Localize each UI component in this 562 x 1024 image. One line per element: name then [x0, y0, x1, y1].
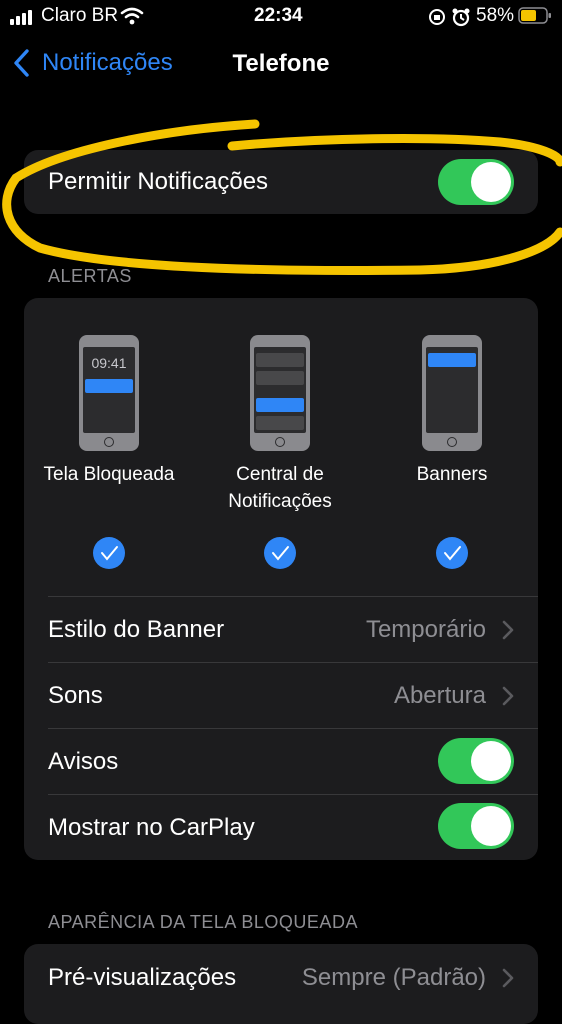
alarm-icon — [452, 8, 470, 27]
highlight-scribble — [2, 119, 562, 275]
sounds-row[interactable]: Sons Abertura — [24, 663, 538, 728]
battery-icon — [518, 7, 551, 24]
battery-percentage: 58% — [476, 5, 515, 26]
banner-style-label: Estilo do Banner — [48, 616, 225, 643]
banner-style-row[interactable]: Estilo do Banner Temporário — [24, 597, 538, 662]
previews-row[interactable]: Pré-visualizações Sempre (Padrão) — [24, 944, 538, 1010]
chevron-right-icon — [502, 620, 514, 640]
clock-time: 22:34 — [254, 5, 303, 26]
status-bar: Claro BR 22:34 58% — [0, 0, 562, 34]
carrier-label: Claro BR — [41, 5, 119, 26]
sounds-value: Abertura — [393, 682, 486, 709]
badges-toggle[interactable] — [438, 738, 514, 784]
wifi-icon — [120, 7, 144, 25]
back-button[interactable]: Notificações — [12, 48, 173, 78]
carplay-toggle[interactable] — [438, 803, 514, 849]
alerts-section-header: ALERTAS — [48, 266, 132, 286]
banners-check[interactable] — [436, 537, 468, 569]
lock-screen-time: 09:41 — [91, 355, 127, 371]
chevron-right-icon — [502, 686, 514, 706]
carplay-row: Mostrar no CarPlay — [24, 795, 538, 860]
checkmark-icon — [272, 546, 289, 561]
chevron-right-icon — [502, 968, 514, 988]
checkmark-icon — [101, 546, 118, 561]
banners-phone-icon[interactable] — [422, 335, 482, 451]
orientation-lock-icon — [429, 9, 445, 25]
alerts-card: 09:41 Tela Bloqueada Central de Notifica… — [24, 298, 538, 860]
notification-center-label: Central de Notificações — [228, 464, 332, 512]
lock-screen-label: Tela Bloqueada — [43, 464, 175, 485]
badges-label: Avisos — [48, 748, 119, 775]
sounds-label: Sons — [48, 682, 103, 709]
banner-style-value: Temporário — [365, 616, 486, 643]
notification-center-check[interactable] — [264, 537, 296, 569]
lock-screen-check[interactable] — [93, 537, 125, 569]
previews-value: Sempre (Padrão) — [301, 964, 486, 991]
carplay-label: Mostrar no CarPlay — [48, 814, 255, 841]
lock-screen-phone-icon[interactable]: 09:41 — [79, 335, 139, 451]
chevron-left-icon — [14, 49, 29, 77]
previews-label: Pré-visualizações — [48, 964, 237, 991]
banners-label: Banners — [416, 464, 488, 485]
notification-center-phone-icon[interactable] — [250, 335, 310, 451]
lock-screen-card: Pré-visualizações Sempre (Padrão) — [24, 944, 538, 1024]
signal-icon — [10, 10, 32, 25]
lock-screen-section-header: APARÊNCIA DA TELA BLOQUEADA — [48, 912, 358, 932]
badges-row: Avisos — [24, 729, 538, 794]
checkmark-icon — [444, 546, 461, 561]
back-button-label: Notificações — [42, 49, 173, 76]
